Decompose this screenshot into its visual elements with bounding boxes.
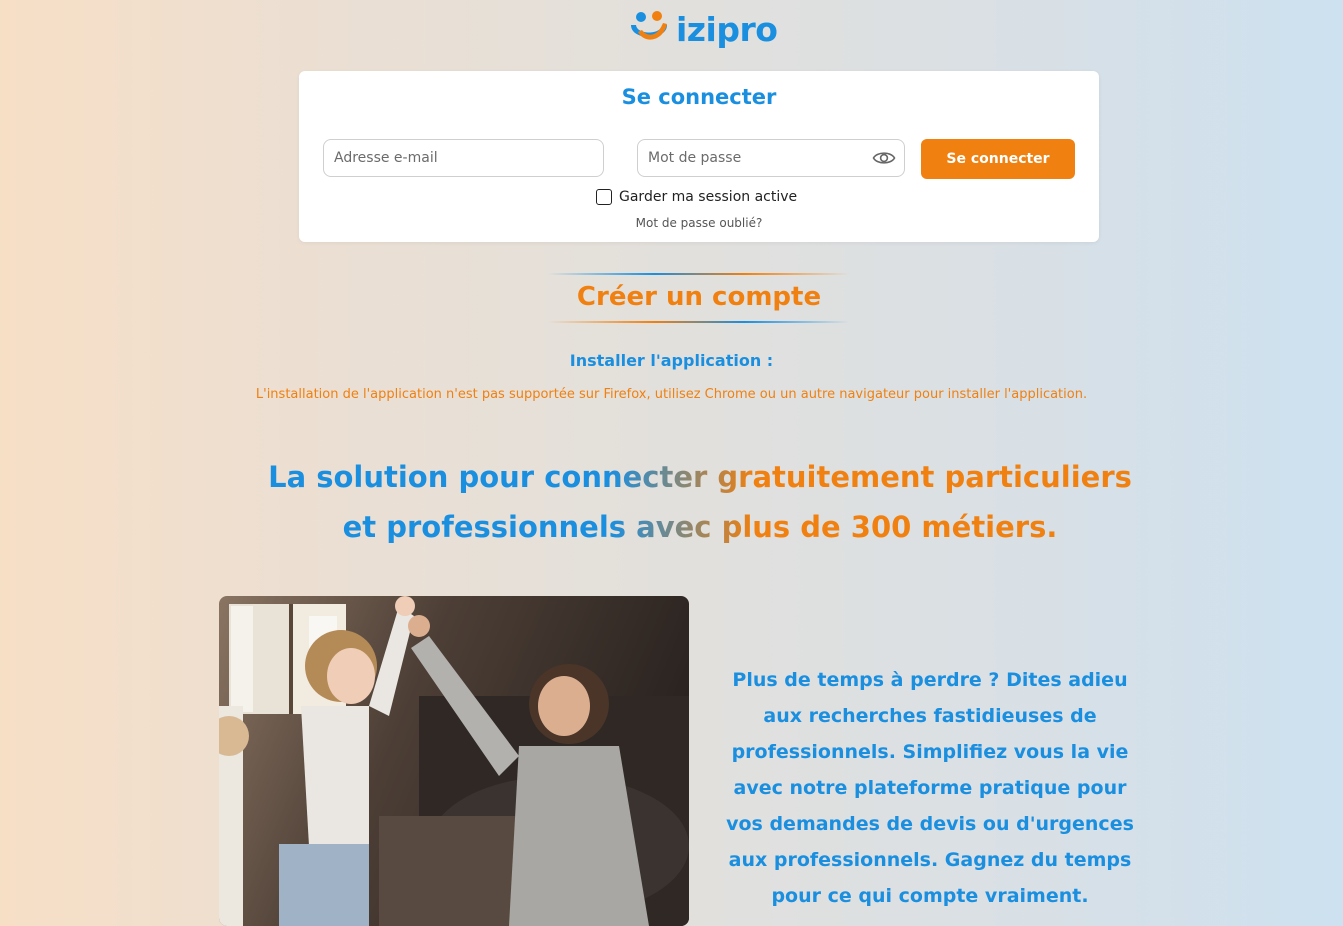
hero-headline: La solution pour connecter gratuitement …	[250, 452, 1150, 552]
create-account-block: Créer un compte	[548, 273, 850, 323]
install-message: L'installation de l'application n'est pa…	[255, 387, 1088, 402]
login-title: Se connecter	[621, 85, 777, 109]
mother-and-child-high-five-photo	[219, 596, 689, 926]
remember-session-label[interactable]: Garder ma session active	[619, 189, 797, 205]
divider-top	[548, 273, 850, 275]
remember-session-checkbox[interactable]	[596, 189, 612, 205]
forgot-password-link[interactable]: Mot de passe oublié?	[299, 216, 1099, 230]
remember-session: Garder ma session active	[596, 189, 797, 205]
feature-description: Plus de temps à perdre ? Dites adieu aux…	[726, 669, 1134, 907]
brand-logo[interactable]: izipro	[628, 8, 778, 50]
password-field[interactable]	[638, 140, 904, 176]
login-submit-button[interactable]: Se connecter	[921, 139, 1075, 179]
create-account-link[interactable]: Créer un compte	[548, 282, 850, 312]
people-hug-logo-icon	[631, 11, 667, 40]
email-field[interactable]	[324, 140, 603, 176]
password-field-wrapper	[637, 139, 905, 177]
install-title: Installer l'application :	[569, 351, 774, 370]
login-card: Se connecter Se connecter Garder ma sess…	[299, 71, 1099, 242]
brand-name: izipro	[676, 9, 778, 49]
eye-icon[interactable]	[872, 149, 896, 167]
divider-bottom	[548, 321, 850, 323]
email-field-wrapper	[323, 139, 604, 177]
